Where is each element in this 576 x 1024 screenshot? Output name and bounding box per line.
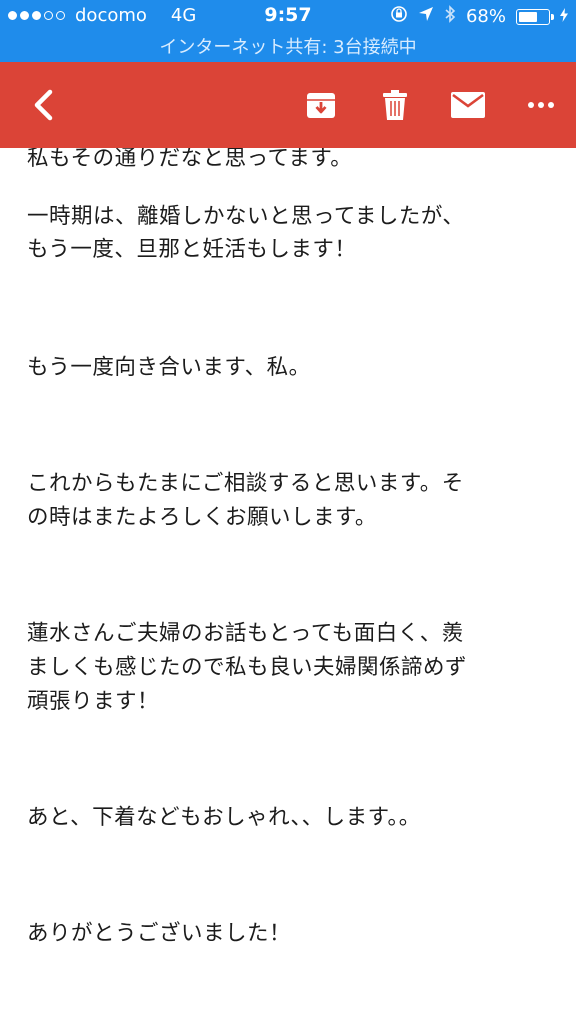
message-body: 私もその通りだなと思ってます。 一時期は、離婚しかないと思ってましたが、 もう一…: [0, 148, 576, 1024]
message-line: の時はまたよろしくお願いします。: [27, 505, 377, 530]
message-line: これからもたまにご相談すると思います。そ: [27, 471, 464, 496]
archive-button[interactable]: [296, 80, 346, 130]
more-dots-icon: [528, 102, 554, 108]
message-line: もう一度向き合います、私。: [27, 355, 311, 380]
delete-button[interactable]: [370, 80, 420, 130]
more-options-button[interactable]: [516, 80, 566, 130]
message-line: ましくも感じたので私も良い夫婦関係諦めず: [27, 655, 468, 680]
message-line: もう一度、旦那と妊活もします！: [27, 237, 357, 262]
battery-icon: [516, 8, 554, 25]
charging-icon: [560, 7, 568, 26]
message-line: ありがとうございました！: [27, 921, 292, 946]
location-arrow-icon: [418, 6, 434, 27]
mark-unread-button[interactable]: [443, 80, 493, 130]
trash-icon: [383, 90, 407, 120]
status-bar: docomo 4G 9:57 68% インターネット共有: 3台接続中: [0, 0, 576, 62]
message-line: 蓮水さんご夫婦のお話もとっても面白く、羨: [27, 621, 464, 646]
message-line: 頑張ります！: [27, 689, 160, 714]
battery-percent: 68%: [465, 6, 506, 27]
rotation-lock-icon: [390, 5, 408, 28]
chevron-left-icon: [34, 89, 53, 121]
hotspot-banner[interactable]: インターネット共有: 3台接続中: [0, 33, 576, 59]
message-line: 一時期は、離婚しかないと思ってましたが、: [27, 204, 465, 229]
message-line: あと、下着などもおしゃれ、、します。。: [27, 805, 421, 830]
bluetooth-icon: [444, 5, 456, 28]
archive-icon: [307, 93, 335, 118]
message-line: 私もその通りだなと思ってます。: [27, 148, 353, 171]
message-toolbar: [0, 62, 576, 148]
mail-icon: [451, 92, 485, 118]
back-button[interactable]: [18, 80, 68, 130]
